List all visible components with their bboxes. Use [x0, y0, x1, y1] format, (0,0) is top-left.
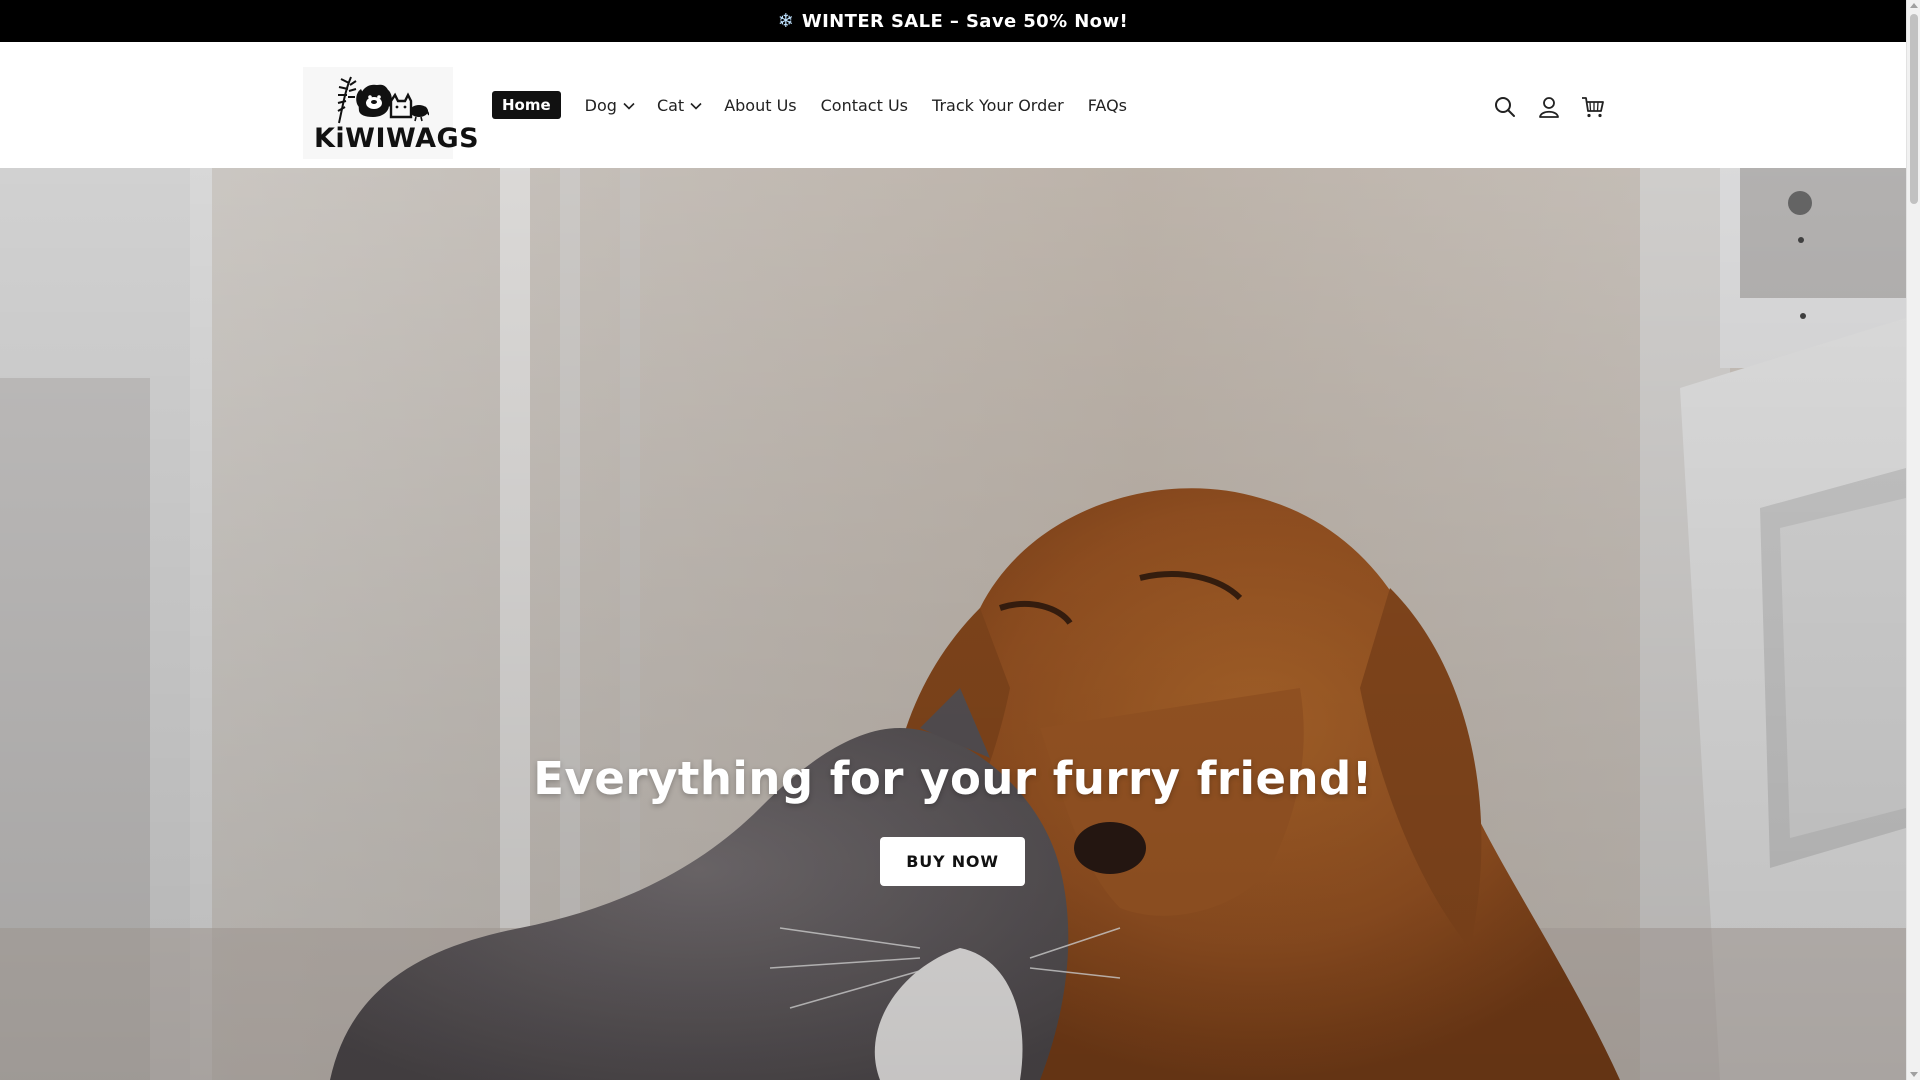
scroll-up-arrow-icon[interactable] [1910, 3, 1918, 8]
nav-track-order-label: Track Your Order [932, 95, 1064, 115]
buy-now-button[interactable]: BUY NOW [880, 837, 1025, 886]
page-scrollbar[interactable] [1906, 0, 1920, 1080]
scroll-down-arrow-icon[interactable] [1910, 1072, 1918, 1077]
nav-cat[interactable]: Cat [657, 91, 702, 119]
main-nav: Home Dog Cat About Us Contact Us Track Y… [492, 91, 1127, 119]
nav-faqs-label: FAQs [1087, 95, 1128, 115]
nav-home[interactable]: Home [492, 91, 561, 119]
nav-contact-us-label: Contact Us [820, 95, 909, 115]
search-icon [1495, 97, 1515, 117]
logo-wordmark: KiWIWAGS [314, 123, 480, 154]
nav-contact-us[interactable]: Contact Us [821, 91, 908, 119]
announcement-text: WINTER SALE – Save 50% Now! [801, 10, 1129, 32]
site-logo[interactable]: KiWIWAGS [303, 67, 479, 159]
nav-home-label: Home [502, 96, 551, 114]
hero-image [0, 168, 1906, 1080]
search-button[interactable] [1491, 93, 1519, 121]
chevron-down-icon [690, 102, 702, 110]
cart-button[interactable] [1579, 93, 1607, 121]
nav-about-us[interactable]: About Us [724, 91, 796, 119]
scrollbar-thumb[interactable] [1910, 14, 1918, 204]
chevron-down-icon [623, 102, 635, 110]
nav-about-us-label: About Us [724, 95, 797, 115]
nav-dog[interactable]: Dog [585, 91, 635, 119]
announcement-bar: ❄ WINTER SALE – Save 50% Now! [0, 0, 1906, 42]
hero-banner: Everything for your furry friend! BUY NO… [0, 168, 1906, 1080]
nav-cat-label: Cat [656, 95, 685, 115]
logo-pets-icon [337, 76, 429, 124]
nav-dog-label: Dog [584, 95, 617, 115]
nav-track-order[interactable]: Track Your Order [932, 91, 1064, 119]
hero-title: Everything for your furry friend! [533, 752, 1373, 805]
cart-icon [1582, 97, 1604, 118]
site-header: KiWIWAGS Home Dog Cat About Us Contact U… [0, 42, 1906, 168]
account-icon [1539, 97, 1559, 118]
snowflake-icon: ❄ [777, 10, 794, 32]
account-button[interactable] [1535, 93, 1563, 121]
nav-faqs[interactable]: FAQs [1088, 91, 1127, 119]
